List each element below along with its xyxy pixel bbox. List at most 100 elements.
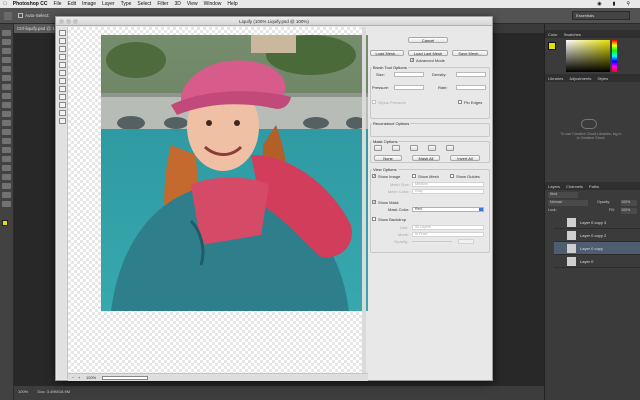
show-mesh-checkbox[interactable]: [412, 174, 416, 178]
menu-layer[interactable]: Layer: [102, 1, 115, 7]
dodge-tool-icon[interactable]: [2, 147, 11, 153]
mask-subtract-icon[interactable]: [410, 145, 418, 151]
load-mesh-button[interactable]: Load Mesh...: [370, 50, 404, 56]
layer-row[interactable]: Layer 0: [554, 255, 640, 268]
mask-all-button[interactable]: Mask All: [412, 155, 440, 161]
smooth-tool-icon[interactable]: [59, 46, 66, 52]
load-last-mesh-button[interactable]: Load Last Mesh: [408, 50, 448, 56]
face-tool-icon[interactable]: [59, 102, 66, 108]
menu-window[interactable]: Window: [204, 1, 222, 7]
tab-channels[interactable]: Channels: [566, 184, 583, 189]
eraser-tool-icon[interactable]: [2, 120, 11, 126]
menu-view[interactable]: View: [187, 1, 198, 7]
twirl-tool-icon[interactable]: [59, 54, 66, 60]
photo-preview[interactable]: [101, 35, 372, 311]
status-zoom[interactable]: 100%: [18, 389, 28, 394]
tab-layers[interactable]: Layers: [548, 184, 560, 189]
pin-edges-checkbox[interactable]: [458, 100, 462, 104]
zoom-tool-icon[interactable]: [2, 201, 11, 207]
bloat-tool-icon[interactable]: [59, 70, 66, 76]
save-mesh-button[interactable]: Save Mesh...: [452, 50, 488, 56]
path-select-tool-icon[interactable]: [2, 174, 11, 180]
gradient-tool-icon[interactable]: [2, 129, 11, 135]
layer-name[interactable]: Layer 0 copy 2: [580, 233, 606, 238]
hue-slider[interactable]: [612, 40, 617, 72]
zoom-level[interactable]: 100%: [86, 375, 96, 380]
layer-filter-kind[interactable]: Kind: [548, 192, 578, 198]
shape-tool-icon[interactable]: [2, 183, 11, 189]
layer-name[interactable]: Layer 0 copy 3: [580, 220, 606, 225]
history-brush-tool-icon[interactable]: [2, 111, 11, 117]
stamp-tool-icon[interactable]: [2, 102, 11, 108]
menu-help[interactable]: Help: [227, 1, 237, 7]
minimize-button[interactable]: [66, 19, 71, 24]
move-tool-icon[interactable]: [4, 12, 12, 20]
quick-select-tool-icon[interactable]: [2, 57, 11, 63]
show-image-checkbox[interactable]: ✓: [372, 174, 376, 178]
auto-select-checkbox[interactable]: [18, 13, 23, 18]
pucker-tool-icon[interactable]: [59, 62, 66, 68]
color-picker-field[interactable]: [566, 40, 610, 72]
zoom-out-button[interactable]: −: [72, 375, 74, 380]
backdrop-opacity-field[interactable]: [458, 239, 474, 244]
mesh-size-select[interactable]: Medium: [412, 182, 484, 187]
mask-replace-icon[interactable]: [374, 145, 382, 151]
layer-name[interactable]: Layer 0: [580, 259, 593, 264]
menu-edit[interactable]: Edit: [68, 1, 77, 7]
menu-type[interactable]: Type: [121, 1, 132, 7]
tab-libraries[interactable]: Libraries: [548, 76, 563, 81]
mesh-color-select[interactable]: Gray: [412, 189, 484, 194]
tab-adjustments[interactable]: Adjustments: [569, 76, 591, 81]
blur-tool-icon[interactable]: [2, 138, 11, 144]
canvas-scrollbar[interactable]: [362, 27, 366, 373]
close-button[interactable]: [59, 19, 64, 24]
show-mask-checkbox[interactable]: ✓: [372, 200, 376, 204]
foreground-color-swatch[interactable]: [2, 220, 8, 226]
fill-field[interactable]: 100%: [621, 208, 637, 214]
eyedropper-tool-icon[interactable]: [2, 75, 11, 81]
workspace-select[interactable]: Essentials: [572, 11, 630, 20]
menu-app-name[interactable]: Photoshop CC: [13, 1, 48, 7]
invert-all-button[interactable]: Invert All: [450, 155, 480, 161]
size-field[interactable]: [394, 72, 424, 77]
color-foreground-swatch[interactable]: [548, 42, 556, 50]
show-guides-checkbox[interactable]: [450, 174, 454, 178]
layer-row-selected[interactable]: Layer 0 copy: [554, 242, 640, 255]
mode-select[interactable]: In Front: [412, 232, 484, 237]
brush-tool-icon[interactable]: [2, 93, 11, 99]
mask-add-icon[interactable]: [392, 145, 400, 151]
mask-color-select[interactable]: Red: [412, 207, 484, 212]
hand-tool-icon[interactable]: [2, 192, 11, 198]
menu-3d[interactable]: 3D: [174, 1, 180, 7]
advanced-mode-checkbox[interactable]: ✓: [410, 58, 414, 62]
zoom-tool-icon[interactable]: [59, 118, 66, 124]
apple-icon[interactable]: : [3, 1, 7, 7]
healing-tool-icon[interactable]: [2, 84, 11, 90]
mask-invert-icon[interactable]: [446, 145, 454, 151]
battery-icon[interactable]: ▮: [613, 1, 616, 7]
liquify-canvas[interactable]: [68, 27, 372, 373]
zoom-slider[interactable]: [102, 376, 148, 380]
opacity-field[interactable]: 100%: [621, 200, 637, 206]
tab-swatches[interactable]: Swatches: [564, 32, 581, 37]
pressure-field[interactable]: [394, 85, 424, 90]
hand-tool-icon[interactable]: [59, 110, 66, 116]
search-icon[interactable]: ⚲: [626, 1, 630, 7]
zoom-in-button[interactable]: +: [78, 375, 80, 380]
tab-styles[interactable]: Styles: [597, 76, 608, 81]
show-backdrop-checkbox[interactable]: [372, 217, 376, 221]
move-tool-icon[interactable]: [2, 30, 11, 36]
thaw-mask-tool-icon[interactable]: [59, 94, 66, 100]
marquee-tool-icon[interactable]: [2, 39, 11, 45]
layer-row[interactable]: Layer 0 copy 3: [554, 216, 640, 229]
layer-row[interactable]: Layer 0 copy 2: [554, 229, 640, 242]
tab-paths[interactable]: Paths: [589, 184, 599, 189]
density-field[interactable]: [456, 72, 486, 77]
menu-image[interactable]: Image: [82, 1, 96, 7]
crop-tool-icon[interactable]: [2, 66, 11, 72]
layer-name[interactable]: Layer 0 copy: [580, 246, 603, 251]
stylus-pressure-checkbox[interactable]: [372, 100, 376, 104]
use-select[interactable]: All Layers: [412, 225, 484, 230]
forward-warp-tool-icon[interactable]: [59, 30, 66, 36]
menu-filter[interactable]: Filter: [157, 1, 168, 7]
